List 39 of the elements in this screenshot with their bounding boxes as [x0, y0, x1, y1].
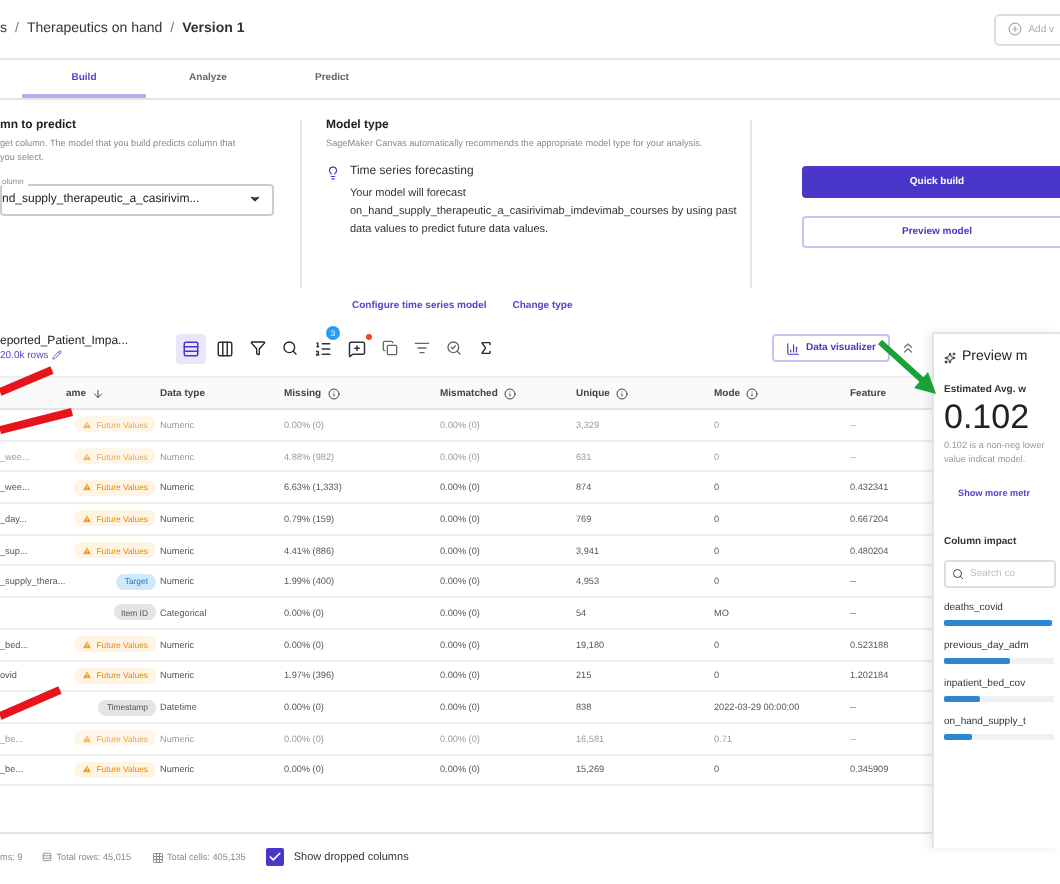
info-icon[interactable] [503, 387, 516, 399]
columns-icon [216, 339, 234, 357]
sort-icon[interactable] [92, 387, 104, 399]
warning-icon [82, 545, 93, 556]
grid-icon [151, 851, 164, 863]
caret-icon [248, 192, 262, 207]
numbered-list-icon [314, 339, 332, 357]
metric-value: 0.102 [944, 398, 1032, 438]
annotation-stroke [0, 366, 54, 396]
warning-icon [82, 451, 93, 462]
pencil-icon[interactable] [52, 350, 63, 360]
sigma-icon[interactable] [478, 340, 494, 356]
search-icon [952, 567, 964, 580]
info-icon[interactable] [746, 387, 759, 399]
warning-icon [82, 639, 93, 650]
warning-icon [82, 419, 93, 430]
plus-icon [1008, 22, 1023, 36]
lightbulb-icon [326, 165, 340, 180]
comment-icon [348, 339, 366, 357]
rows-icon [182, 339, 200, 357]
copy-icon[interactable] [382, 340, 398, 356]
warning-icon [82, 670, 93, 681]
rows-icon [42, 852, 53, 862]
sparkle-icon [944, 351, 956, 363]
annotation-stroke [0, 686, 62, 720]
annotation-stroke [0, 408, 73, 434]
info-icon[interactable] [615, 387, 628, 399]
warning-icon [82, 513, 93, 524]
info-icon[interactable] [327, 387, 340, 399]
filter-icon[interactable] [250, 340, 266, 356]
warning-icon [82, 764, 93, 775]
checkbox[interactable] [265, 848, 284, 866]
search-icon[interactable] [282, 340, 298, 356]
notification-dot [366, 333, 372, 339]
warning-icon [82, 733, 93, 744]
warning-icon [82, 482, 93, 493]
list-view-button[interactable] [176, 333, 206, 363]
collapse-icon[interactable] [900, 340, 916, 356]
bar-chart-icon [785, 341, 800, 355]
